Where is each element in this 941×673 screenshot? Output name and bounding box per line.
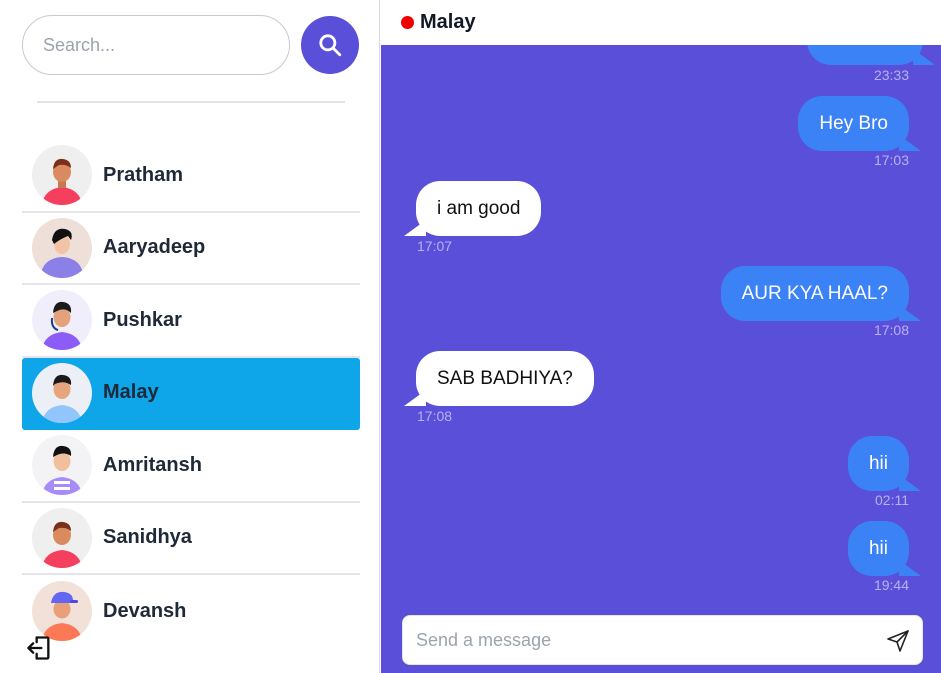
contact-name: Malay [103, 381, 159, 404]
message-time: 17:07 [417, 238, 453, 254]
message-bubble-incoming: i am good [403, 181, 542, 236]
message-bubble-outgoing: hii [847, 521, 922, 576]
message-bubble-outgoing [807, 45, 935, 65]
chat-panel: Malay 23:33 Hey Bro 17:03 i am good 17:0… [381, 0, 941, 673]
message-bubble-outgoing: AUR KYA HAAL? [720, 266, 922, 321]
message-time: 17:08 [417, 408, 453, 424]
message-bubble-incoming: SAB BADHIYA? [404, 351, 594, 406]
avatar [32, 290, 92, 351]
contact-item[interactable]: Pushkar [22, 285, 360, 358]
online-status-dot [401, 16, 414, 29]
contact-name: Devansh [103, 599, 187, 622]
message-time: 19:44 [873, 577, 909, 593]
avatar [32, 507, 92, 568]
contact-item-active[interactable]: Malay [22, 357, 360, 430]
logout-icon[interactable] [25, 634, 53, 662]
message-bubble-outgoing: hii [847, 436, 922, 491]
contact-item[interactable]: Devansh [22, 575, 360, 648]
message-time: 23:33 [873, 67, 909, 83]
search-button[interactable] [301, 16, 359, 74]
sidebar-divider [37, 101, 345, 103]
avatar [32, 217, 92, 278]
message-composer [402, 615, 923, 665]
sidebar: Pratham Aaryadeep [0, 0, 380, 673]
contact-item[interactable]: Pratham [22, 140, 360, 213]
chat-title: Malay [420, 11, 476, 33]
contact-name: Aaryadeep [103, 236, 206, 259]
message-list: 23:33 Hey Bro 17:03 i am good 17:07 AUR … [381, 45, 941, 673]
contact-list: Pratham Aaryadeep Pushkar Malay Amritans… [22, 140, 360, 648]
avatar [32, 145, 92, 206]
message-bubble-outgoing: Hey Bro [798, 96, 921, 151]
contact-name: Amritansh [103, 453, 202, 476]
avatar [32, 362, 92, 423]
search-input[interactable] [22, 15, 290, 75]
contact-name: Sanidhya [103, 526, 192, 549]
contact-name: Pratham [103, 163, 184, 186]
avatar [32, 581, 92, 642]
send-icon[interactable] [886, 629, 910, 653]
message-time: 17:08 [873, 322, 909, 338]
chat-header: Malay [381, 0, 941, 45]
contact-item[interactable]: Aaryadeep [22, 213, 360, 285]
contact-item[interactable]: Sanidhya [22, 503, 360, 575]
message-time: 02:11 [875, 492, 909, 508]
avatar [32, 435, 92, 496]
contact-name: Pushkar [103, 308, 182, 331]
search-icon [319, 34, 342, 57]
search-row [22, 15, 360, 75]
message-input[interactable] [403, 616, 873, 664]
contact-item[interactable]: Amritansh [22, 430, 360, 503]
message-time: 17:03 [873, 152, 909, 168]
